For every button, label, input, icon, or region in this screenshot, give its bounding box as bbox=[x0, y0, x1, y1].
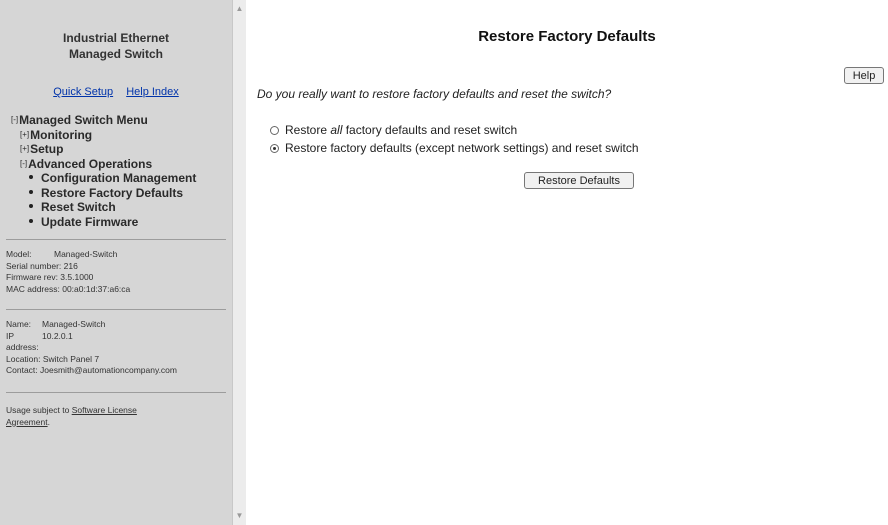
product-title-line2: Managed Switch bbox=[68, 47, 163, 61]
option-text: Restore bbox=[285, 123, 331, 137]
option-restore-except-network[interactable]: Restore factory defaults (except network… bbox=[270, 141, 639, 155]
usage-prefix: Usage subject to bbox=[6, 405, 72, 415]
firmware-rev: Firmware rev: 3.5.1000 bbox=[6, 272, 94, 283]
bullet-icon bbox=[29, 175, 33, 179]
usage-notice: Usage subject to Software License Agreeme… bbox=[6, 405, 216, 428]
menu-root[interactable]: [-]Managed Switch Menu bbox=[11, 113, 231, 128]
serial-number: Serial number: 216 bbox=[6, 260, 78, 271]
ip-label: IP bbox=[6, 330, 15, 341]
sidebar-links: Quick Setup Help Index bbox=[0, 86, 232, 98]
scroll-up-icon[interactable]: ▲ bbox=[233, 2, 246, 16]
product-title-line1: Industrial Ethernet bbox=[62, 31, 169, 45]
menu-item-advanced-operations[interactable]: [-]Advanced Operations bbox=[11, 157, 231, 172]
main-content: Restore Factory Defaults Help Do you rea… bbox=[246, 0, 888, 525]
restore-all-label[interactable]: Restore all factory defaults and reset s… bbox=[285, 123, 517, 137]
usage-suffix: . bbox=[47, 416, 50, 427]
name-value: Managed-Switch bbox=[42, 319, 106, 329]
quick-setup-link[interactable]: Quick Setup bbox=[53, 86, 113, 98]
expand-toggle[interactable]: [+] bbox=[20, 130, 29, 139]
divider bbox=[6, 239, 226, 240]
menu-item-configuration-management[interactable]: Configuration Management bbox=[11, 171, 231, 186]
ip-value: 10.2.0.1 bbox=[42, 330, 73, 341]
switch-settings-info: Name: Managed-Switch IP 10.2.0.1 address: … bbox=[6, 319, 230, 377]
help-button[interactable]: Help bbox=[844, 67, 884, 84]
menu-item-reset-switch[interactable]: Reset Switch bbox=[11, 200, 231, 215]
menu-item-update-firmware[interactable]: Update Firmware bbox=[11, 215, 231, 230]
menu-item-setup-label[interactable]: Setup bbox=[30, 142, 63, 156]
menu-item-label[interactable]: Reset Switch bbox=[41, 200, 116, 214]
help-index-link[interactable]: Help Index bbox=[126, 86, 179, 98]
device-info: Model: Managed-Switch Serial number: 216 … bbox=[6, 249, 230, 295]
switch-menu: [-]Managed Switch Menu [+]Monitoring [+]… bbox=[11, 113, 231, 229]
name-label: Name: bbox=[6, 319, 32, 329]
model-value: Managed-Switch bbox=[54, 249, 118, 259]
menu-item-monitoring-label[interactable]: Monitoring bbox=[30, 128, 92, 142]
confirm-question: Do you really want to restore factory de… bbox=[257, 87, 612, 101]
expand-toggle[interactable]: [+] bbox=[20, 144, 29, 153]
menu-item-label[interactable]: Update Firmware bbox=[41, 215, 138, 229]
option-emphasis: all bbox=[330, 123, 343, 137]
model-label: Model: bbox=[6, 249, 32, 259]
divider bbox=[6, 392, 226, 393]
option-text: factory defaults and reset switch bbox=[342, 123, 518, 137]
location: Location: Switch Panel 7 bbox=[6, 353, 100, 364]
sidebar-scrollbar[interactable]: ▲ ▼ bbox=[232, 0, 246, 525]
bullet-icon bbox=[29, 218, 33, 223]
bullet-icon bbox=[29, 189, 33, 194]
restore-all-radio[interactable] bbox=[270, 125, 279, 135]
agreement-link[interactable]: Agreement bbox=[6, 417, 48, 427]
menu-item-label[interactable]: Restore Factory Defaults bbox=[41, 186, 183, 200]
address-label: address: bbox=[6, 342, 39, 353]
bullet-icon bbox=[29, 204, 33, 208]
menu-item-setup[interactable]: [+]Setup bbox=[11, 142, 231, 157]
menu-item-restore-factory-defaults[interactable]: Restore Factory Defaults bbox=[11, 186, 231, 201]
software-license-link[interactable]: Software License bbox=[72, 405, 137, 415]
scroll-down-icon[interactable]: ▼ bbox=[233, 509, 246, 523]
menu-item-label[interactable]: Configuration Management bbox=[41, 171, 196, 185]
restore-except-network-label[interactable]: Restore factory defaults (except network… bbox=[285, 141, 639, 155]
sidebar: Industrial Ethernet Managed Switch Quick… bbox=[0, 0, 232, 525]
collapse-toggle[interactable]: [-] bbox=[11, 115, 18, 124]
menu-root-label[interactable]: Managed Switch Menu bbox=[19, 113, 148, 127]
page-title: Restore Factory Defaults bbox=[478, 28, 656, 45]
menu-item-advanced-label[interactable]: Advanced Operations bbox=[28, 157, 152, 171]
menu-item-monitoring[interactable]: [+]Monitoring bbox=[11, 128, 231, 143]
restore-except-network-radio[interactable] bbox=[270, 143, 279, 153]
restore-defaults-button[interactable]: Restore Defaults bbox=[524, 172, 634, 189]
collapse-toggle[interactable]: [-] bbox=[20, 159, 27, 168]
divider bbox=[6, 309, 226, 310]
contact: Contact: Joesmith@automationcompany.com bbox=[6, 365, 177, 376]
mac-address: MAC address: 00:a0:1d:37:a6:ca bbox=[6, 283, 131, 294]
option-restore-all[interactable]: Restore all factory defaults and reset s… bbox=[270, 123, 517, 137]
